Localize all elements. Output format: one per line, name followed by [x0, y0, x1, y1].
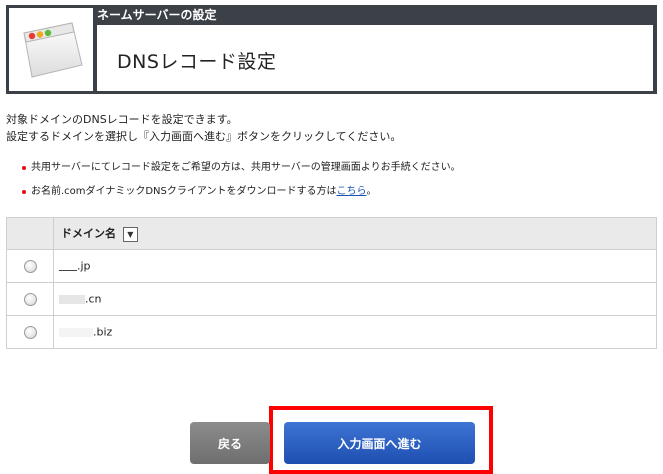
note-shared-server: 共用サーバーにてレコード設定をご希望の方は、共用サーバーの管理画面よりお手続くだ…	[22, 162, 461, 174]
download-link[interactable]: こちら	[336, 186, 366, 197]
radio-column-header	[6, 217, 54, 250]
domain-cell: .cn	[53, 282, 657, 316]
table-header-row: ドメイン名 ▼	[6, 217, 657, 250]
page-title: DNSレコード設定	[117, 51, 277, 73]
redacted-domain-name	[59, 269, 77, 271]
domain-tld: .biz	[93, 325, 113, 339]
domain-tld: .jp	[77, 259, 91, 273]
domain-radio-button[interactable]	[23, 292, 37, 306]
sort-dropdown-icon[interactable]: ▼	[122, 226, 138, 242]
domain-tld: .cn	[85, 292, 102, 306]
domain-column-label: ドメイン名	[61, 227, 116, 241]
table-row[interactable]: .biz	[6, 315, 657, 349]
table-row[interactable]: .cn	[6, 282, 657, 316]
header-icon-container	[9, 8, 93, 91]
domain-radio-button[interactable]	[23, 259, 37, 273]
window-app-icon	[23, 22, 83, 78]
domain-cell: .biz	[53, 315, 657, 349]
description: 対象ドメインのDNSレコードを設定できます。 設定するドメインを選択し『入力画面…	[6, 111, 401, 145]
redacted-domain-name	[59, 294, 85, 304]
radio-cell	[6, 249, 54, 283]
next-button[interactable]: 入力画面へ進む	[284, 422, 475, 464]
table-row[interactable]: .jp	[6, 249, 657, 283]
back-button[interactable]: 戻る	[190, 422, 270, 464]
page-header: ネームサーバーの設定 DNSレコード設定	[6, 5, 657, 94]
bullet-icon	[22, 190, 26, 194]
description-line-2: 設定するドメインを選択し『入力画面へ進む』ボタンをクリックしてください。	[6, 130, 402, 143]
page-title-box: DNSレコード設定	[97, 25, 653, 91]
domain-radio-button[interactable]	[23, 325, 37, 339]
note-ddns-client: お名前.comダイナミックDNSクライアントをダウンロードする方はこちら。	[22, 186, 377, 198]
domain-table: ドメイン名 ▼ .jp .cn .biz	[6, 217, 657, 349]
redacted-domain-name	[59, 327, 93, 337]
radio-cell	[6, 315, 54, 349]
note-text-suffix: 。	[366, 186, 377, 197]
section-label: ネームサーバーの設定	[97, 8, 217, 22]
description-line-1: 対象ドメインのDNSレコードを設定できます。	[6, 113, 238, 126]
note-text: 共用サーバーにてレコード設定をご希望の方は、共用サーバーの管理画面よりお手続くだ…	[31, 162, 461, 173]
radio-cell	[6, 282, 54, 316]
bullet-icon	[22, 166, 26, 170]
domain-cell: .jp	[53, 249, 657, 283]
domain-column-header: ドメイン名 ▼	[53, 217, 657, 250]
note-text-prefix: お名前.comダイナミックDNSクライアントをダウンロードする方は	[31, 186, 337, 197]
